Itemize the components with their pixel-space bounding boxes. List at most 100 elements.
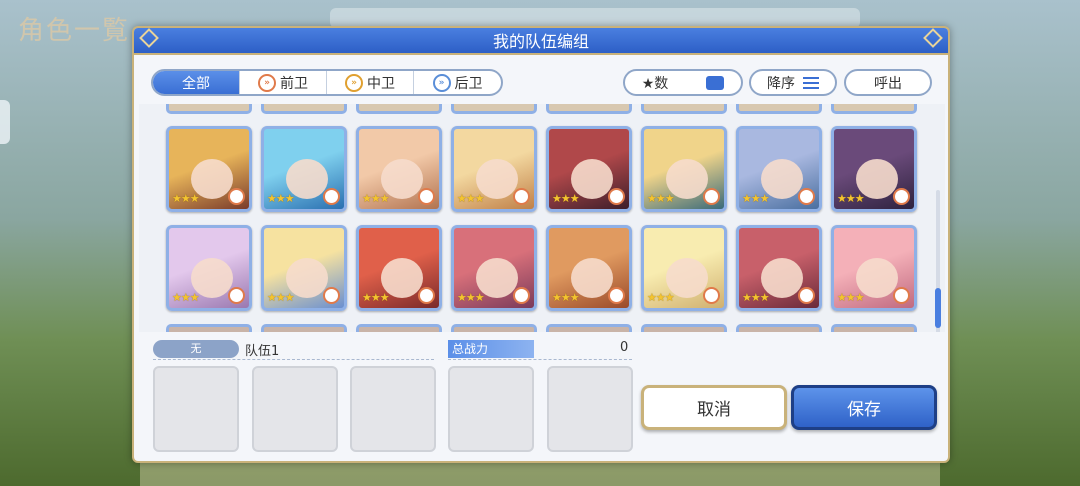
character-card-partial[interactable] (546, 324, 632, 332)
recall-button[interactable]: 呼出 (844, 69, 932, 96)
tab-all[interactable]: 全部 (153, 71, 240, 94)
position-badge-icon (893, 287, 910, 304)
star-rating-icon: ★★★ (742, 192, 770, 205)
star-rating-icon: ★★★ (457, 291, 485, 304)
position-badge-icon (323, 287, 340, 304)
team-formation-dialog: 我的队伍编组 全部 » 前卫 » 中卫 » 后卫 ★数 降序 呼出 ★★★ ★★★… (132, 26, 950, 463)
character-grid: ★★★ ★★★ ★★★ ★★★ ★★★ ★★★ ★★★ ★★★ ★★★ ★★★ ★★★ ★★★ ★★★ ★… (139, 104, 945, 332)
tab-back-label: 后卫 (454, 75, 483, 92)
tab-all-label: 全部 (182, 75, 210, 92)
character-card-partial[interactable] (641, 104, 727, 114)
position-badge-icon (703, 287, 720, 304)
team-slot-2[interactable] (252, 366, 338, 452)
character-card-partial[interactable] (261, 104, 347, 114)
character-card[interactable]: ★★★ (261, 225, 347, 311)
header-ornament-left-icon (139, 28, 159, 48)
background-side-tab (0, 100, 10, 144)
position-badge-icon (608, 188, 625, 205)
sort-toggle-icon (706, 75, 725, 90)
star-rating-icon: ★★★ (362, 291, 390, 304)
sort-lines-icon (803, 76, 819, 89)
position-badge-icon (798, 188, 815, 205)
star-rating-icon: ★★★ (837, 192, 865, 205)
cancel-button[interactable]: 取消 (641, 385, 787, 430)
star-rating-icon: ★★★ (647, 192, 675, 205)
character-card-partial[interactable] (356, 324, 442, 332)
position-badge-icon (798, 287, 815, 304)
star-rating-icon: ★★★ (552, 192, 580, 205)
position-badge-icon (418, 287, 435, 304)
sort-key-button[interactable]: ★数 (623, 69, 743, 96)
character-card[interactable]: ★★★ (356, 225, 442, 311)
character-card[interactable]: ★★★ (166, 225, 252, 311)
star-rating-icon: ★★★ (647, 291, 675, 304)
character-card[interactable]: ★★★ (261, 126, 347, 212)
character-card-partial[interactable] (831, 324, 917, 332)
star-rating-icon: ★★★ (552, 291, 580, 304)
team-slot-1[interactable] (153, 366, 239, 452)
character-card[interactable]: ★★★ (831, 126, 917, 212)
save-button[interactable]: 保存 (791, 385, 937, 430)
tab-back[interactable]: » 后卫 (414, 71, 501, 94)
dialog-title: 我的队伍编组 (492, 32, 589, 51)
character-card-partial[interactable] (166, 324, 252, 332)
tab-front[interactable]: » 前卫 (240, 71, 327, 94)
character-card[interactable]: ★★★ (451, 225, 537, 311)
character-card-partial[interactable] (261, 324, 347, 332)
character-card[interactable]: ★★★ (831, 225, 917, 311)
star-rating-icon: ★★★ (362, 192, 390, 205)
position-badge-icon (323, 188, 340, 205)
sort-order-label: 降序 (767, 75, 795, 92)
tab-middle[interactable]: » 中卫 (327, 71, 414, 94)
background-header-strip (330, 8, 860, 28)
star-rating-icon: ★★★ (172, 291, 200, 304)
character-card-partial[interactable] (356, 104, 442, 114)
character-card-partial[interactable] (831, 104, 917, 114)
position-badge-icon (228, 188, 245, 205)
position-filter-tabs: 全部 » 前卫 » 中卫 » 后卫 (151, 69, 503, 96)
sort-order-button[interactable]: 降序 (749, 69, 837, 96)
position-badge-icon (513, 287, 530, 304)
background-bottom-bar (140, 462, 940, 486)
scrollbar-thumb[interactable] (935, 288, 941, 328)
star-rating-icon: ★★★ (742, 291, 770, 304)
clan-badge: 无 (153, 340, 239, 358)
position-badge-icon (893, 188, 910, 205)
star-rating-icon: ★★★ (457, 192, 485, 205)
character-card-partial[interactable] (736, 324, 822, 332)
character-card[interactable]: ★★★ (641, 225, 727, 311)
power-divider (448, 359, 632, 360)
dialog-header: 我的队伍编组 (134, 28, 948, 55)
tab-front-label: 前卫 (280, 75, 308, 92)
character-card-partial[interactable] (641, 324, 727, 332)
front-position-icon: » (258, 73, 276, 92)
team-name: 队伍1 (245, 344, 280, 359)
team-slot-3[interactable] (350, 366, 436, 452)
character-card[interactable]: ★★★ (166, 126, 252, 212)
character-card[interactable]: ★★★ (356, 126, 442, 212)
team-slot-4[interactable] (448, 366, 534, 452)
team-divider (153, 359, 434, 360)
character-card-partial[interactable] (166, 104, 252, 114)
position-badge-icon (228, 287, 245, 304)
recall-label: 呼出 (874, 75, 902, 92)
middle-position-icon: » (345, 73, 363, 92)
header-ornament-right-icon (923, 28, 943, 48)
character-card-partial[interactable] (546, 104, 632, 114)
character-card[interactable]: ★★★ (451, 126, 537, 212)
position-badge-icon (608, 287, 625, 304)
position-badge-icon (703, 188, 720, 205)
character-card[interactable]: ★★★ (641, 126, 727, 212)
team-slot-5[interactable] (547, 366, 633, 452)
background-title: 角色一覧 (18, 16, 131, 46)
character-card[interactable]: ★★★ (546, 126, 632, 212)
position-badge-icon (418, 188, 435, 205)
character-card[interactable]: ★★★ (736, 126, 822, 212)
character-card-partial[interactable] (451, 104, 537, 114)
star-rating-icon: ★★★ (267, 192, 295, 205)
total-power-label: 总战力 (448, 340, 534, 358)
character-card-partial[interactable] (451, 324, 537, 332)
character-card[interactable]: ★★★ (736, 225, 822, 311)
character-card[interactable]: ★★★ (546, 225, 632, 311)
character-card-partial[interactable] (736, 104, 822, 114)
